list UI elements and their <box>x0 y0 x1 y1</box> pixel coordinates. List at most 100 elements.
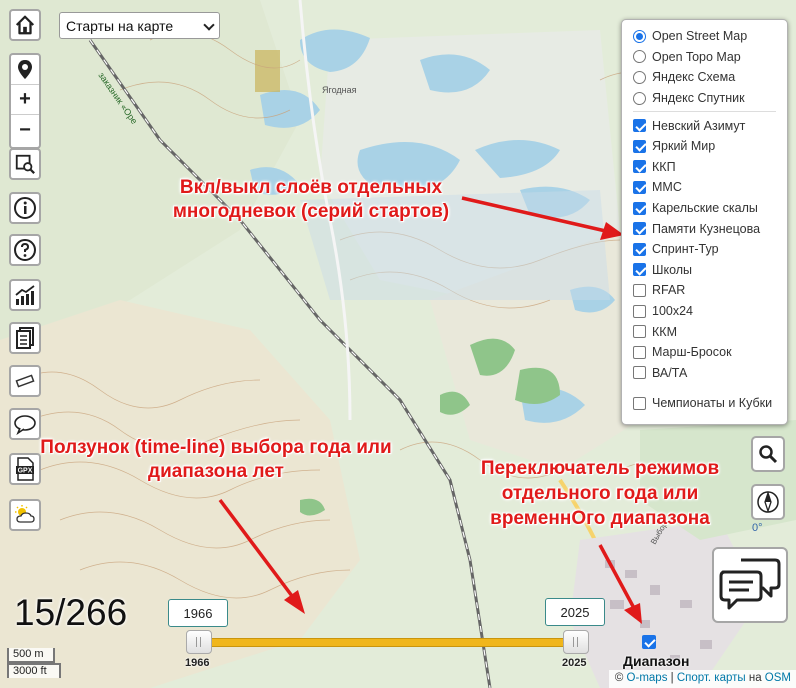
gpx-file-icon: GPX <box>16 457 34 481</box>
overlay-checkbox[interactable] <box>633 263 646 277</box>
chat-icon <box>719 558 781 610</box>
statistics-button[interactable] <box>9 279 41 311</box>
overlay-option[interactable]: 100x24 <box>633 301 787 322</box>
scale-bar: 500 m 3000 ft <box>7 648 61 678</box>
overlay-label: ККП <box>652 159 676 174</box>
layer-championships[interactable]: Чемпионаты и Кубки <box>633 393 787 414</box>
overlay-option[interactable]: ВА/ТА <box>633 363 787 384</box>
weather-button[interactable] <box>9 499 41 531</box>
basemap-option[interactable]: Open Topo Map <box>633 47 787 68</box>
overlay-option[interactable]: Школы <box>633 260 787 281</box>
search-icon <box>759 445 778 464</box>
compass-button[interactable] <box>751 484 785 520</box>
overlay-label: RFAR <box>652 283 686 298</box>
overlay-label: Спринт-Тур <box>652 242 719 257</box>
basemap-radio[interactable] <box>633 70 646 84</box>
basemap-option[interactable]: Яндекс Спутник <box>633 88 787 109</box>
zoom-in-button[interactable]: + <box>11 85 39 115</box>
overlay-label: 100x24 <box>652 304 694 319</box>
attribution: © O-maps | Спорт. карты на OSM <box>608 670 796 688</box>
plus-icon: + <box>19 88 31 110</box>
basemap-label: Open Topo Map <box>652 49 741 64</box>
layers-panel: Open Street Map Open Topo Map Яндекс Схема… <box>621 19 788 425</box>
omaps-link[interactable]: O-maps <box>627 672 668 684</box>
overlay-checkbox[interactable] <box>633 366 646 380</box>
help-button[interactable] <box>9 234 41 266</box>
zoom-out-button[interactable]: − <box>11 115 39 145</box>
osm-link[interactable]: OSM <box>765 672 791 684</box>
overlay-checkbox[interactable] <box>633 119 646 133</box>
overlay-option[interactable]: RFAR <box>633 280 787 301</box>
overlay-option[interactable]: Памяти Кузнецова <box>633 218 787 239</box>
overlay-option[interactable]: Спринт-Тур <box>633 239 787 260</box>
overlay-checkbox[interactable] <box>633 139 646 153</box>
basemap-radio[interactable] <box>633 29 646 43</box>
attribution-separator: | <box>667 672 677 684</box>
timeline-min-label: 1966 <box>185 657 210 669</box>
overlay-option[interactable]: ККП <box>633 157 787 178</box>
overlay-checkbox[interactable] <box>633 222 646 236</box>
locate-button[interactable] <box>11 55 39 85</box>
info-button[interactable] <box>9 192 41 224</box>
overlay-option[interactable]: ККМ <box>633 321 787 342</box>
home-button[interactable] <box>9 9 41 41</box>
sport-maps-link[interactable]: Спорт. карты <box>677 672 746 684</box>
overlay-label: ММС <box>652 180 682 195</box>
measure-button[interactable] <box>9 365 41 397</box>
chat-button[interactable] <box>712 547 788 623</box>
timeline-handle-to[interactable] <box>563 630 589 654</box>
comment-button[interactable] <box>9 408 41 440</box>
basemap-radio[interactable] <box>633 91 646 105</box>
to-year-input[interactable]: 2025 <box>545 598 605 626</box>
document-button[interactable] <box>9 322 41 354</box>
overlay-checkbox[interactable] <box>633 180 646 194</box>
ruler-icon <box>15 374 35 388</box>
range-mode-checkbox[interactable] <box>642 635 656 649</box>
help-icon <box>14 239 36 261</box>
overlay-option[interactable]: Карельские скалы <box>633 198 787 219</box>
events-counter: 15/266 <box>14 592 128 633</box>
timeline-track[interactable] <box>186 638 578 647</box>
weather-icon <box>15 505 35 523</box>
overlay-checkbox[interactable] <box>633 201 646 215</box>
overlay-option[interactable]: Яркий Мир <box>633 136 787 157</box>
timeline-max-label: 2025 <box>562 657 587 669</box>
annotation-layers: Вкл/выкл слоёв отдельных многодневок (се… <box>172 177 450 222</box>
overlay-checkbox[interactable] <box>633 160 646 174</box>
compass-icon <box>757 490 779 514</box>
basemap-label: Open Street Map <box>652 29 748 44</box>
zoom-box-icon <box>15 154 35 174</box>
overlay-label: Невский Азимут <box>652 118 746 133</box>
range-mode-label: Диапазон <box>623 653 690 669</box>
document-icon <box>16 327 34 349</box>
mode-select[interactable]: Старты на карте <box>59 12 220 39</box>
overlay-label: Яркий Мир <box>652 139 716 154</box>
zoom-box-button[interactable] <box>9 148 41 180</box>
chart-icon <box>15 285 35 305</box>
gpx-button[interactable]: GPX <box>9 453 41 485</box>
overlay-option[interactable]: ММС <box>633 177 787 198</box>
attribution-mid: на <box>745 672 765 684</box>
layer-championships-checkbox[interactable] <box>633 396 646 410</box>
home-icon <box>15 15 35 35</box>
overlay-checkbox[interactable] <box>633 325 646 339</box>
basemap-label: Яндекс Спутник <box>652 91 745 106</box>
search-button[interactable] <box>751 436 785 472</box>
basemap-option[interactable]: Яндекс Схема <box>633 67 787 88</box>
overlay-checkbox[interactable] <box>633 283 646 297</box>
overlay-option[interactable]: Марш-Бросок <box>633 342 787 363</box>
overlay-option[interactable]: Невский Азимут <box>633 115 787 136</box>
overlay-checkbox[interactable] <box>633 242 646 256</box>
annotation-toggle: Переключатель режимов отдельного года ил… <box>480 458 720 529</box>
from-year-input[interactable]: 1966 <box>168 599 228 627</box>
layers-separator <box>633 111 776 113</box>
overlay-checkbox[interactable] <box>633 304 646 318</box>
basemap-radio[interactable] <box>633 50 646 64</box>
basemap-option[interactable]: Open Street Map <box>633 26 787 47</box>
overlay-checkbox[interactable] <box>633 345 646 359</box>
timeline-handle-from[interactable] <box>186 630 212 654</box>
overlay-label: ККМ <box>652 324 677 339</box>
zoom-control: + − <box>9 53 41 149</box>
scale-imperial: 3000 ft <box>7 663 61 678</box>
attribution-prefix: © <box>614 672 627 684</box>
